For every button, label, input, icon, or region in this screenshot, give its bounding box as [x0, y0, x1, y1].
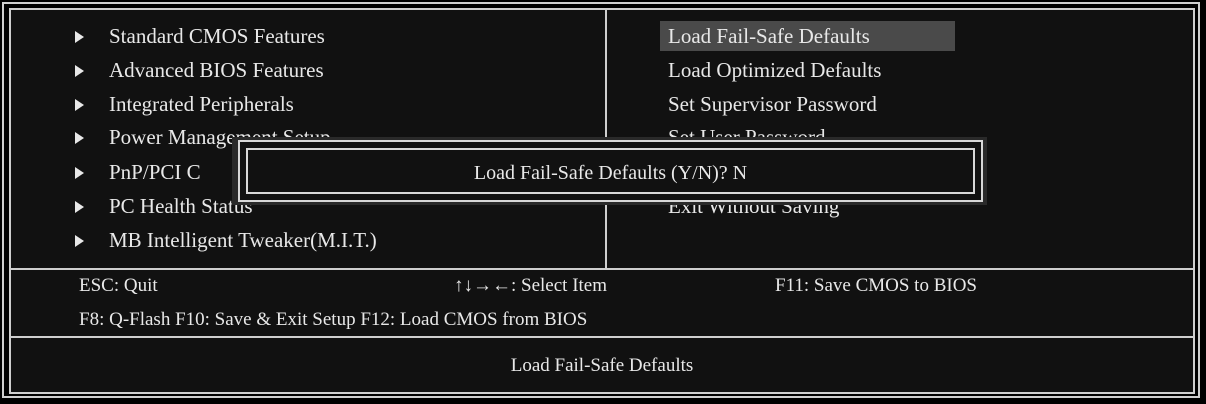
help-select-item: ↑↓→←: Select Item [454, 275, 608, 296]
menu-item-label: Integrated Peripherals [109, 92, 294, 116]
status-bar: Load Fail-Safe Defaults [510, 355, 694, 376]
menu-item-pnp-pci[interactable]: PnP/PCI C [75, 157, 201, 187]
confirm-dialog[interactable]: Load Fail-Safe Defaults (Y/N)? N [238, 140, 983, 202]
help-divider-top [11, 268, 1193, 270]
menu-item-advanced-bios-features[interactable]: Advanced BIOS Features [75, 55, 324, 85]
help-f11-save-cmos: F11: Save CMOS to BIOS [775, 275, 977, 296]
menu-item-load-optimized-defaults[interactable]: Load Optimized Defaults [660, 55, 881, 85]
status-divider-top [11, 336, 1193, 338]
menu-item-load-fail-safe-defaults[interactable]: Load Fail-Safe Defaults [660, 21, 955, 51]
triangle-right-icon [75, 98, 84, 111]
triangle-right-icon [75, 166, 84, 179]
menu-item-integrated-peripherals[interactable]: Integrated Peripherals [75, 89, 294, 119]
confirm-dialog-inner-border: Load Fail-Safe Defaults (Y/N)? N [246, 148, 975, 194]
menu-item-label: Standard CMOS Features [109, 24, 325, 48]
triangle-right-icon [75, 64, 84, 77]
triangle-right-icon [75, 200, 84, 213]
menu-item-set-supervisor-password[interactable]: Set Supervisor Password [660, 89, 877, 119]
menu-item-mb-intelligent-tweaker[interactable]: MB Intelligent Tweaker(M.I.T.) [75, 225, 377, 255]
help-esc-quit: ESC: Quit [79, 275, 158, 296]
menu-item-label: MB Intelligent Tweaker(M.I.T.) [109, 228, 377, 252]
menu-item-label: PC Health Status [109, 194, 253, 218]
triangle-right-icon [75, 30, 84, 43]
menu-item-standard-cmos-features[interactable]: Standard CMOS Features [75, 21, 325, 51]
help-function-keys: F8: Q-Flash F10: Save & Exit Setup F12: … [79, 309, 588, 330]
menu-item-label: Advanced BIOS Features [109, 58, 324, 82]
menu-item-pc-health-status[interactable]: PC Health Status [75, 191, 253, 221]
dialog-prompt[interactable]: Load Fail-Safe Defaults (Y/N)? N [248, 150, 973, 192]
triangle-right-icon [75, 234, 84, 247]
triangle-right-icon [75, 131, 84, 144]
menu-item-label: PnP/PCI C [109, 160, 201, 184]
